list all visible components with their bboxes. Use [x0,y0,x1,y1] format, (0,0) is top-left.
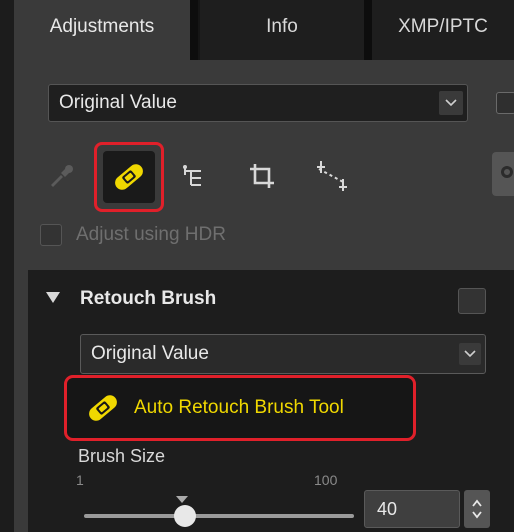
hdr-checkbox[interactable] [40,224,62,246]
auto-retouch-label: Auto Retouch Brush Tool [134,397,344,418]
retouch-preset-select[interactable]: Original Value [80,334,486,374]
collapse-triangle-icon[interactable] [46,292,60,303]
tab-info-label: Info [266,16,298,37]
settings-button[interactable] [492,152,514,196]
section-title[interactable]: Retouch Brush [80,288,216,310]
hdr-label: Adjust using HDR [76,224,226,245]
slider-min-label: 1 [76,472,84,488]
left-edge [0,0,14,532]
option-checkbox[interactable] [496,92,514,114]
tab-xmp-iptc[interactable]: XMP/IPTC [372,0,514,60]
adjustments-window: Adjustments Info XMP/IPTC Original Value [0,0,514,532]
adjustment-preset-value: Original Value [59,92,177,113]
tab-adjustments-label: Adjustments [49,16,155,37]
default-marker-icon [176,496,188,503]
adjustment-preset-select[interactable]: Original Value [48,84,468,122]
brush-size-input[interactable]: 40 [364,490,460,528]
levels-curves-icon[interactable] [176,158,212,194]
retouch-brush-icon[interactable] [103,151,155,203]
slider-max-label: 100 [314,472,338,488]
retouch-preset-value: Original Value [91,343,209,364]
auto-retouch-brush-button[interactable]: Auto Retouch Brush Tool [74,384,408,432]
chevron-down-icon [459,343,481,365]
color-picker-icon[interactable] [44,158,80,194]
tab-separator [190,0,198,60]
tab-separator [364,0,372,60]
straighten-icon[interactable] [312,156,354,198]
crop-icon[interactable] [244,158,280,194]
tab-adjustments[interactable]: Adjustments [14,0,190,60]
brush-size-stepper[interactable] [464,490,490,528]
tab-info[interactable]: Info [200,0,364,60]
brush-size-slider[interactable] [84,514,354,518]
brush-size-label: Brush Size [78,446,166,466]
gear-icon [498,163,514,186]
brush-size-value: 40 [377,498,398,519]
tab-xmp-iptc-label: XMP/IPTC [398,16,488,37]
chevron-down-icon [439,91,463,115]
brush-size-slider-thumb[interactable] [174,505,196,527]
retouch-brush-icon [80,388,126,428]
section-enable-checkbox[interactable] [458,288,486,314]
